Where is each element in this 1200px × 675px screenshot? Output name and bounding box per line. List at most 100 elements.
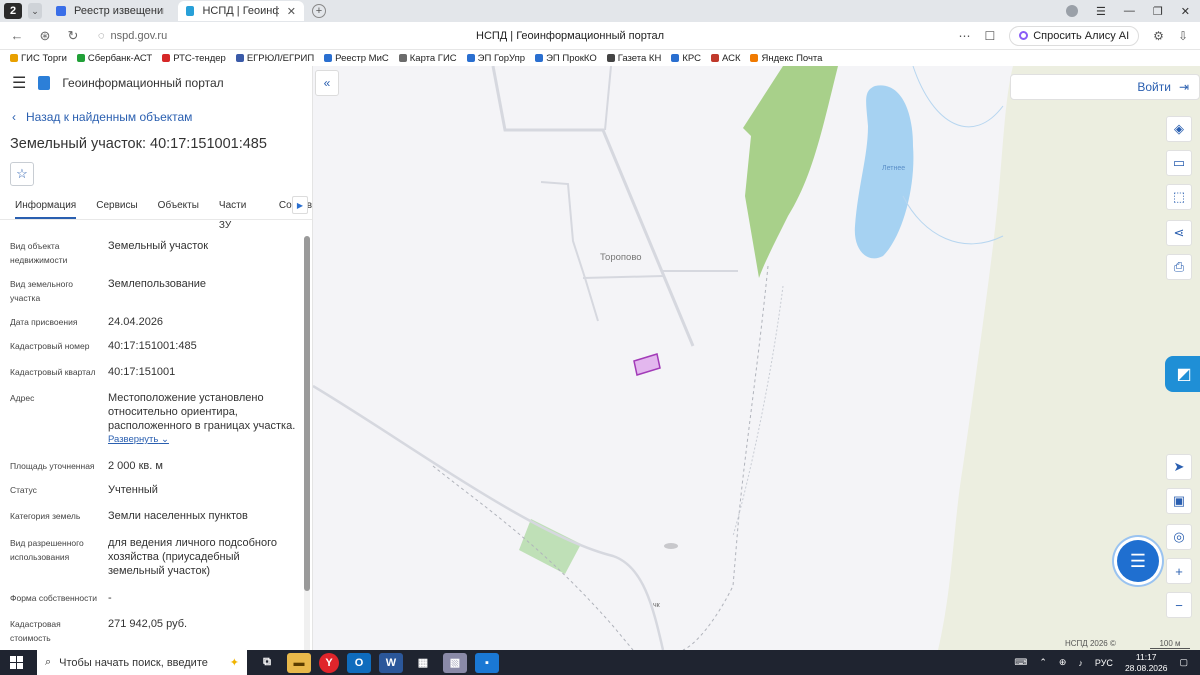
clock[interactable]: 11:17 28.08.2026: [1125, 652, 1168, 674]
property-value[interactable]: 40:17:151001: [108, 365, 298, 379]
zoom-in-button[interactable]: +: [1166, 558, 1192, 584]
notifications-icon[interactable]: ▢: [1179, 657, 1188, 668]
hamburger-menu-icon[interactable]: ☰: [12, 73, 26, 93]
bookmark-favicon-icon: [162, 54, 171, 62]
network-icon[interactable]: ⊕: [1059, 657, 1067, 668]
back-arrow-icon[interactable]: ←: [6, 28, 28, 43]
bookmark-favicon-icon: [235, 54, 244, 62]
extensions-icon[interactable]: ⚙: [1153, 29, 1164, 43]
volume-icon[interactable]: ♪: [1078, 658, 1083, 668]
expand-address-link[interactable]: Развернуть ⌄: [108, 433, 298, 447]
panel-scrollbar[interactable]: [304, 236, 310, 656]
tabs-scroll-right-icon[interactable]: ▶: [292, 196, 308, 214]
tab-favicon-icon: [186, 6, 195, 16]
ruler-icon: ▭: [1172, 155, 1186, 170]
bookmark-item[interactable]: КРС: [671, 53, 701, 64]
ruler-button[interactable]: ▭: [1166, 150, 1192, 176]
calculator-icon[interactable]: ▦: [411, 653, 435, 673]
close-window-icon[interactable]: ✕: [1181, 5, 1190, 18]
tab-count-badge[interactable]: 2: [4, 3, 22, 19]
bookmark-label: Реестр МиС: [335, 52, 389, 64]
bookmarks-bar: ГИС Торги Сбербанк-АСТ РТС-тендер ЕГРЮЛ/…: [0, 50, 1200, 66]
bookmark-icon[interactable]: ☐: [984, 29, 995, 43]
property-label: Кадастровый квартал: [10, 367, 96, 377]
navigate-button[interactable]: ➤: [1166, 454, 1192, 480]
bookmark-item[interactable]: Сбербанк-АСТ: [76, 53, 152, 64]
property-label: Статус: [10, 485, 37, 495]
location-button[interactable]: ◎: [1166, 524, 1192, 550]
tab-parts[interactable]: Части ЗУ: [219, 196, 259, 231]
profile-avatar[interactable]: [1066, 5, 1079, 17]
favorite-star-button[interactable]: ☆: [10, 162, 34, 186]
lock-icon: ◌: [98, 29, 105, 42]
app-window-icon[interactable]: ▪: [475, 652, 499, 673]
bookmark-item[interactable]: ГИС Торги: [10, 53, 67, 64]
keyboard-icon[interactable]: ⌨: [1014, 657, 1027, 668]
yandex-browser-icon[interactable]: Y: [319, 652, 339, 673]
scrollbar-thumb[interactable]: [304, 236, 310, 591]
minimap-button[interactable]: ▣: [1166, 488, 1192, 514]
download-icon[interactable]: ⇩: [1178, 29, 1188, 43]
login-button[interactable]: Войти ⇥: [1010, 74, 1200, 100]
tab-menu-chevron-icon[interactable]: ⌄: [28, 3, 42, 19]
map-view[interactable]: « Торопово Летнее чк Войти ⇥ ◈ ▭ ⬚ ⋖ ⎙ ◩…: [313, 66, 1200, 650]
property-value[interactable]: 40:17:151001:485: [108, 339, 298, 353]
bookmark-item[interactable]: ЭП ПрокКО: [535, 53, 597, 64]
bookmark-item[interactable]: Карта ГИС: [398, 53, 457, 64]
bookmark-label: КРС: [682, 52, 701, 64]
minimize-icon[interactable]: —: [1124, 5, 1135, 17]
bookmark-label: ЭП ПрокКО: [546, 52, 597, 64]
protect-icon[interactable]: ⊛: [34, 28, 56, 44]
taskbar-search-field[interactable]: ⌕ Чтобы начать поиск, введите ✦: [37, 650, 247, 675]
menu-icon[interactable]: ☰: [1096, 5, 1106, 18]
url-field[interactable]: ◌ nspd.gov.ru: [98, 30, 167, 42]
address-bar: ← ⊛ ↻ ◌ nspd.gov.ru НСПД | Геоинформацио…: [0, 22, 1200, 50]
back-to-results-link[interactable]: ‹ Назад к найденным объектам: [0, 110, 312, 124]
bookmark-item[interactable]: Яндекс Почта: [750, 53, 822, 64]
image-viewer-icon[interactable]: ▧: [443, 652, 467, 673]
bookmark-favicon-icon: [76, 54, 85, 62]
tab-close-icon[interactable]: ✕: [287, 5, 296, 18]
chevron-left-icon: ‹: [12, 110, 16, 124]
tab-information[interactable]: Информация: [15, 196, 77, 219]
bookmark-item[interactable]: РТС-тендер: [162, 53, 226, 64]
bookmark-item[interactable]: ЕГРЮЛ/ЕГРИП: [235, 53, 314, 64]
tab-services[interactable]: Сервисы: [96, 196, 137, 219]
tab-objects[interactable]: Объекты: [158, 196, 199, 219]
property-label: Площадь уточненная: [10, 461, 95, 471]
zoom-out-button[interactable]: −: [1166, 592, 1192, 618]
alice-button[interactable]: Спросить Алису AI: [1009, 25, 1140, 46]
windows-start-icon[interactable]: [10, 656, 23, 669]
road-line: [540, 181, 599, 322]
task-view-icon[interactable]: ⧉: [255, 653, 279, 673]
bookmark-item[interactable]: АСК: [710, 53, 740, 64]
nspd-service-badge[interactable]: ◩: [1165, 356, 1200, 392]
search-icon: ⌕: [45, 656, 52, 668]
layers-button[interactable]: ◈: [1166, 116, 1192, 142]
new-tab-icon[interactable]: +: [312, 4, 326, 18]
minimap-icon: ▣: [1172, 493, 1186, 508]
chat-assistant-button[interactable]: ☰: [1117, 540, 1159, 582]
print-button[interactable]: ⎙: [1166, 254, 1192, 280]
small-pond: [664, 543, 678, 549]
bookmark-item[interactable]: ЭП ГорУпр: [466, 53, 525, 64]
select-area-button[interactable]: ⬚: [1166, 184, 1192, 210]
file-explorer-icon[interactable]: ▬: [287, 652, 311, 673]
panel-tabs: Информация Сервисы Объекты Части ЗУ Сост…: [0, 196, 312, 231]
map-label: чк: [653, 602, 660, 609]
bookmark-item[interactable]: Газета КН: [606, 53, 661, 64]
browser-tab-active[interactable]: НСПД | Геоинформационный портал ✕: [178, 1, 304, 21]
restore-icon[interactable]: ❐: [1153, 5, 1163, 18]
reload-icon[interactable]: ↻: [62, 28, 84, 44]
browser-tab[interactable]: Реестр извещений: [48, 1, 172, 21]
outlook-icon[interactable]: O: [347, 652, 371, 673]
collapse-panel-button[interactable]: «: [315, 70, 339, 96]
share-button[interactable]: ⋖: [1166, 220, 1192, 246]
more-icon[interactable]: ⋯: [958, 29, 970, 43]
language-indicator[interactable]: РУС: [1095, 658, 1113, 668]
tray-chevron-icon[interactable]: ⌃: [1039, 657, 1047, 668]
layers-icon: ◈: [1174, 121, 1184, 136]
property-value: Учтенный: [108, 484, 158, 496]
bookmark-item[interactable]: Реестр МиС: [324, 53, 389, 64]
word-icon[interactable]: W: [379, 652, 403, 673]
